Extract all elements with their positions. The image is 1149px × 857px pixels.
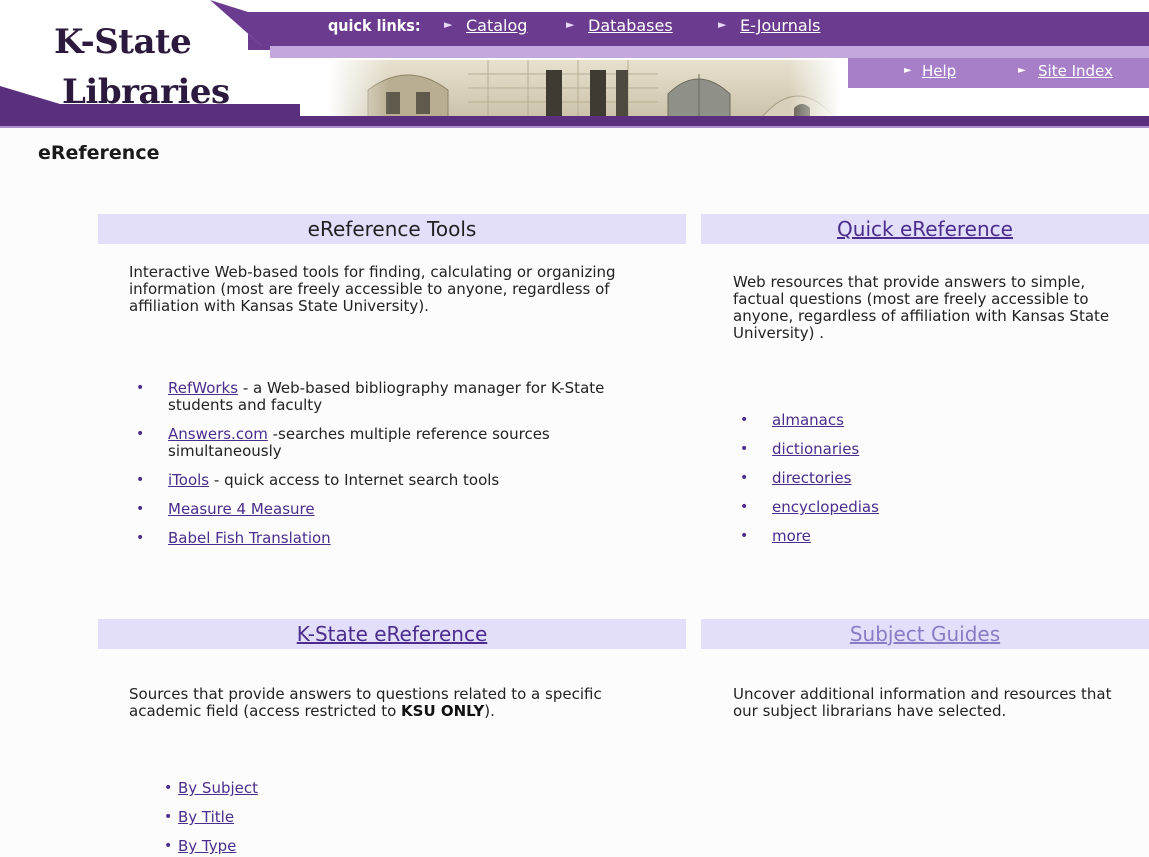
by-subject-link[interactable]: By Subject bbox=[178, 779, 258, 797]
page-title: eReference bbox=[38, 142, 160, 164]
encyclopedias-link[interactable]: encyclopedias bbox=[772, 498, 879, 516]
list-item: • Answers.com -searches multiple referen… bbox=[132, 426, 652, 460]
bullet-icon: • bbox=[136, 472, 145, 488]
quick-links-bar-accent bbox=[270, 46, 1149, 58]
ejournals-link[interactable]: E-Journals bbox=[740, 16, 820, 35]
catalog-link[interactable]: Catalog bbox=[466, 16, 527, 35]
list-item: • By Title bbox=[162, 809, 462, 826]
by-type-link[interactable]: By Type bbox=[178, 837, 236, 855]
subject-guides-description: Uncover additional information and resou… bbox=[733, 685, 1112, 720]
bullet-icon: • bbox=[740, 470, 749, 486]
by-title-link[interactable]: By Title bbox=[178, 808, 234, 826]
header-divider-light bbox=[0, 126, 1149, 128]
bullet-icon: • bbox=[164, 838, 173, 854]
arrow-right-icon: ► bbox=[566, 18, 575, 31]
ereference-tools-list: • RefWorks - a Web-based bibliography ma… bbox=[132, 380, 652, 547]
ksu-only-text: KSU ONLY bbox=[401, 702, 485, 720]
list-item: • iTools - quick access to Internet sear… bbox=[132, 472, 652, 489]
arrow-right-icon: ► bbox=[444, 18, 453, 31]
kstate-description-end: ). bbox=[484, 702, 495, 720]
itools-link[interactable]: iTools bbox=[168, 471, 209, 489]
quick-ereference-list: • almanacs • dictionaries • directories … bbox=[736, 412, 1036, 545]
measure-4-measure-link[interactable]: Measure 4 Measure bbox=[168, 500, 315, 518]
list-item: • dictionaries bbox=[736, 441, 1036, 458]
bullet-icon: • bbox=[740, 441, 749, 457]
subject-guides-heading: Subject Guides bbox=[701, 619, 1149, 649]
list-item: • almanacs bbox=[736, 412, 1036, 429]
site-index-link[interactable]: Site Index bbox=[1038, 62, 1113, 80]
help-link[interactable]: Help bbox=[922, 62, 956, 80]
quick-ereference-description: Web resources that provide answers to si… bbox=[733, 273, 1110, 342]
bullet-icon: • bbox=[136, 530, 145, 546]
kstate-description-text: Sources that provide answers to question… bbox=[129, 685, 602, 720]
header-divider bbox=[0, 116, 1149, 126]
kstate-ereference-description: Sources that provide answers to question… bbox=[129, 686, 674, 720]
more-link[interactable]: more bbox=[772, 527, 811, 545]
site-header: K-State Libraries quick links: ► Catalog… bbox=[0, 0, 1149, 128]
subject-guides-link[interactable]: Subject Guides bbox=[850, 622, 1000, 646]
directories-link[interactable]: directories bbox=[772, 469, 851, 487]
bullet-icon: • bbox=[164, 809, 173, 825]
kstate-ereference-link[interactable]: K-State eReference bbox=[297, 622, 488, 646]
list-item: • Measure 4 Measure bbox=[132, 501, 652, 518]
library-building-image bbox=[328, 60, 840, 122]
bullet-icon: • bbox=[136, 426, 145, 442]
kstate-ereference-heading: K-State eReference bbox=[98, 619, 686, 649]
kstate-ereference-list: • By Subject • By Title • By Type bbox=[162, 780, 462, 855]
arrow-right-icon: ► bbox=[1018, 65, 1026, 76]
list-item: • more bbox=[736, 528, 1036, 545]
list-item: • RefWorks - a Web-based bibliography ma… bbox=[132, 380, 652, 414]
page: K-State Libraries quick links: ► Catalog… bbox=[0, 0, 1149, 857]
logo-text-libraries: Libraries bbox=[62, 72, 230, 112]
bullet-icon: • bbox=[164, 780, 173, 796]
babel-fish-link[interactable]: Babel Fish Translation bbox=[168, 529, 331, 547]
list-item: • By Subject bbox=[162, 780, 462, 797]
arrow-right-icon: ► bbox=[904, 65, 912, 76]
ereference-tools-heading: eReference Tools bbox=[98, 214, 686, 244]
databases-link[interactable]: Databases bbox=[588, 16, 673, 35]
quick-links-label: quick links: bbox=[328, 16, 421, 35]
arrow-right-icon: ► bbox=[718, 18, 727, 31]
almanacs-link[interactable]: almanacs bbox=[772, 411, 844, 429]
list-item: • encyclopedias bbox=[736, 499, 1036, 516]
itools-description: - quick access to Internet search tools bbox=[209, 471, 500, 489]
list-item: • Babel Fish Translation bbox=[132, 530, 652, 547]
answers-link[interactable]: Answers.com bbox=[168, 425, 268, 443]
bullet-icon: • bbox=[740, 412, 749, 428]
quick-ereference-heading: Quick eReference bbox=[701, 214, 1149, 244]
refworks-link[interactable]: RefWorks bbox=[168, 379, 238, 397]
bullet-icon: • bbox=[136, 501, 145, 517]
dictionaries-link[interactable]: dictionaries bbox=[772, 440, 859, 458]
list-item: • By Type bbox=[162, 838, 462, 855]
logo-text-kstate: K-State bbox=[54, 22, 192, 62]
bullet-icon: • bbox=[136, 380, 145, 396]
ereference-tools-description: Interactive Web-based tools for finding,… bbox=[129, 263, 616, 315]
logo[interactable]: K-State Libraries bbox=[0, 0, 300, 128]
bullet-icon: • bbox=[740, 499, 749, 515]
quick-ereference-link[interactable]: Quick eReference bbox=[837, 217, 1013, 241]
list-item: • directories bbox=[736, 470, 1036, 487]
bullet-icon: • bbox=[740, 528, 749, 544]
